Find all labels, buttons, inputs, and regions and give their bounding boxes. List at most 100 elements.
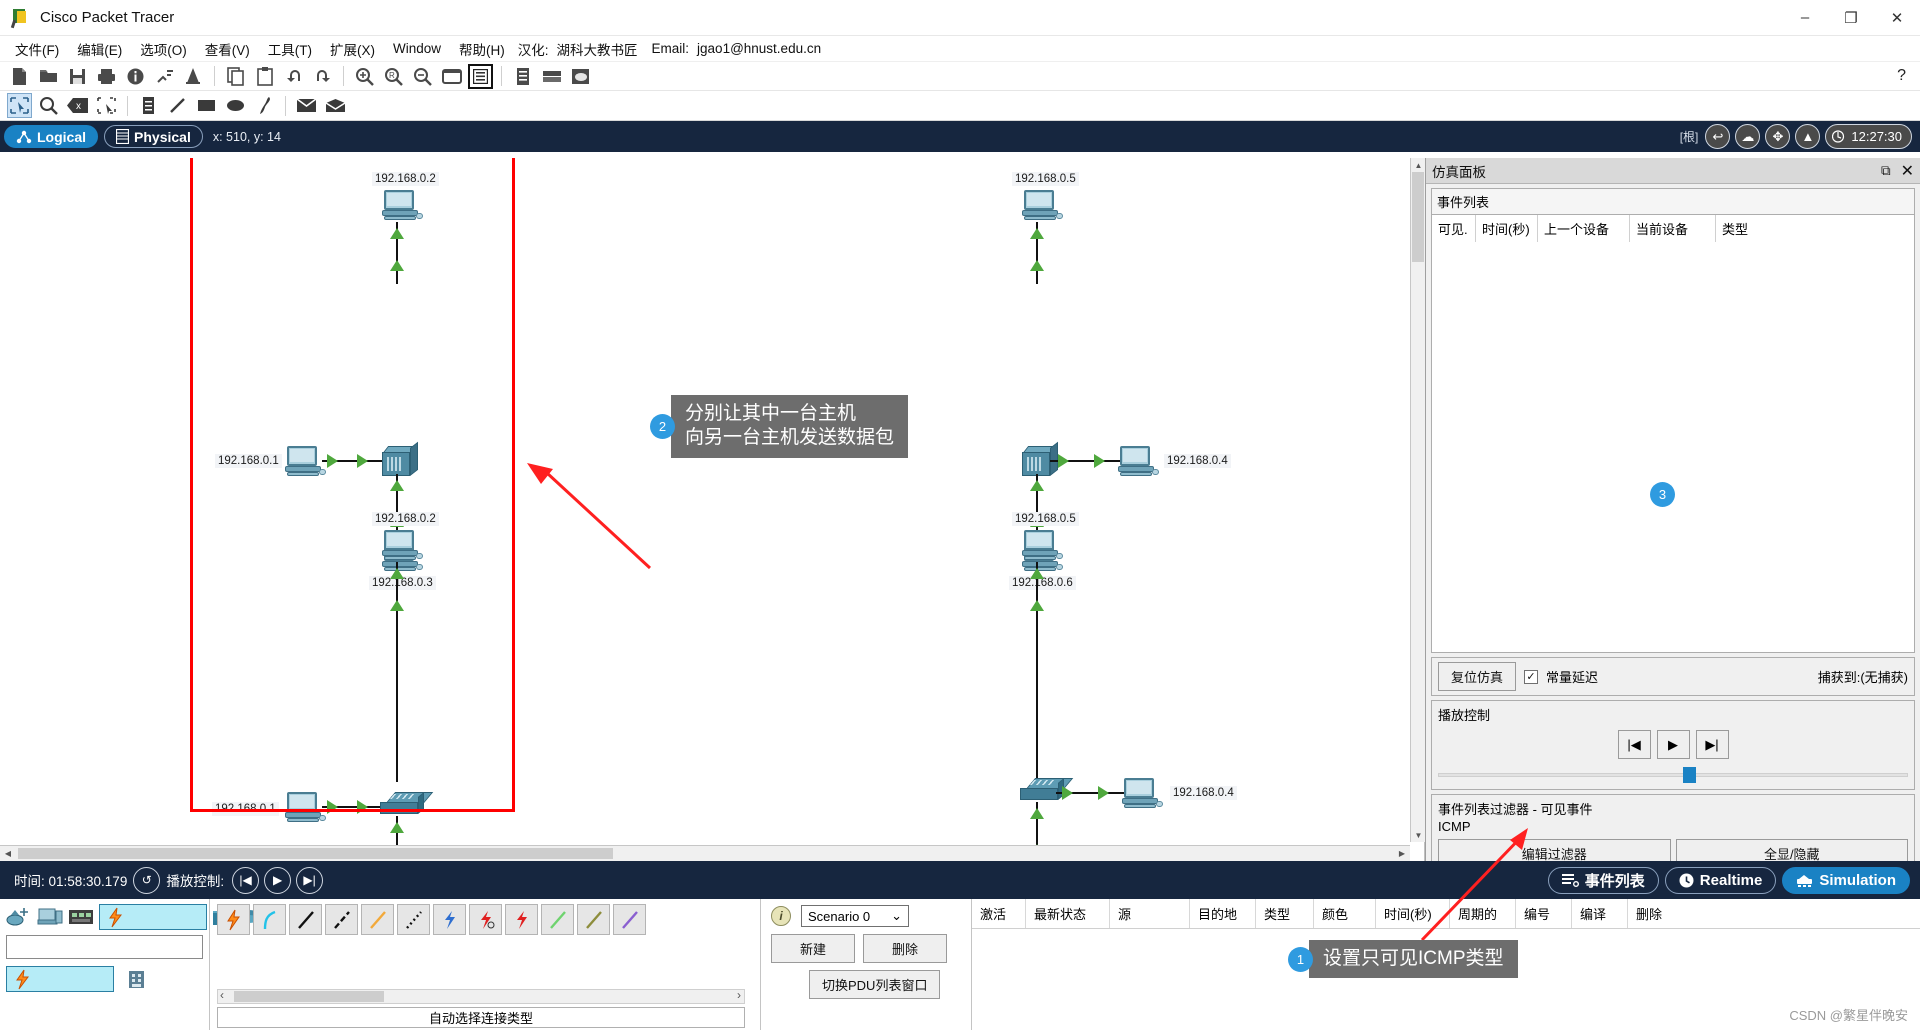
multiuser-icon[interactable] bbox=[181, 64, 206, 89]
scenario-select[interactable]: Scenario 0 ⌄ bbox=[801, 905, 909, 927]
menu-window[interactable]: Window bbox=[384, 39, 450, 58]
zoom-in-icon[interactable] bbox=[352, 64, 377, 89]
constant-delay-checkbox[interactable]: ✓ bbox=[1524, 669, 1539, 684]
custom-devices-icon[interactable] bbox=[468, 63, 493, 89]
close-button[interactable]: ✕ bbox=[1874, 0, 1920, 36]
resize-shape-icon[interactable] bbox=[94, 93, 119, 118]
help-icon[interactable]: ? bbox=[1897, 67, 1906, 85]
redo-icon[interactable] bbox=[310, 64, 335, 89]
pdu-column-type[interactable]: 类型 bbox=[1256, 899, 1314, 928]
new-file-icon[interactable] bbox=[7, 64, 32, 89]
copper-straight-through-icon[interactable] bbox=[289, 904, 322, 935]
draw-ellipse-icon[interactable] bbox=[223, 93, 248, 118]
activity-wizard-icon[interactable] bbox=[152, 64, 177, 89]
cloud-device-icon[interactable] bbox=[568, 64, 593, 89]
status-forward-button[interactable]: ▶| bbox=[296, 866, 324, 894]
copy-icon[interactable] bbox=[223, 64, 248, 89]
coaxial-cable-icon[interactable] bbox=[433, 904, 466, 935]
connection-scroll-thumb[interactable] bbox=[234, 991, 384, 1002]
connection-palette-scrollbar[interactable]: ‹ › bbox=[217, 988, 745, 1004]
back-cluster-icon[interactable]: ↩ bbox=[1705, 124, 1731, 149]
canvas-horizontal-scrollbar[interactable]: ◀ ▶ bbox=[0, 845, 1410, 861]
new-cluster-icon[interactable]: ☁ bbox=[1735, 124, 1761, 149]
playback-play-button[interactable]: ▶ bbox=[1656, 730, 1690, 759]
column-time[interactable]: 时间(秒) bbox=[1476, 215, 1538, 242]
draw-rect-icon[interactable] bbox=[194, 93, 219, 118]
menu-file[interactable]: 文件(F) bbox=[6, 37, 68, 61]
status-play-button[interactable]: ▶ bbox=[264, 866, 292, 894]
pdu-column-fire[interactable]: 激活 bbox=[972, 899, 1026, 928]
topology-canvas[interactable]: 192.168.0.2 192.168.0.1 192.168.0.3 192.… bbox=[0, 158, 1396, 861]
menu-edit[interactable]: 编辑(E) bbox=[68, 37, 131, 61]
open-folder-icon[interactable] bbox=[36, 64, 61, 89]
link-cable[interactable] bbox=[1036, 562, 1038, 782]
info-icon[interactable]: i bbox=[771, 906, 791, 926]
select-icon[interactable] bbox=[7, 93, 32, 118]
zoom-out-icon[interactable] bbox=[410, 64, 435, 89]
undo-icon[interactable] bbox=[281, 64, 306, 89]
device-search-input[interactable] bbox=[6, 935, 203, 959]
column-last-device[interactable]: 上一个设备 bbox=[1538, 215, 1630, 242]
hub-device[interactable] bbox=[1022, 441, 1058, 478]
pdu-column-destination[interactable]: 目的地 bbox=[1190, 899, 1256, 928]
usb-cable-icon[interactable] bbox=[613, 904, 646, 935]
phone-cable-icon[interactable] bbox=[397, 904, 430, 935]
simple-pdu-icon[interactable] bbox=[294, 93, 319, 118]
simulation-mode-button[interactable]: Simulation bbox=[1782, 866, 1910, 894]
slider-knob[interactable] bbox=[1683, 767, 1696, 783]
scroll-right-arrow[interactable]: ▶ bbox=[1394, 846, 1410, 861]
column-type[interactable]: 类型 bbox=[1716, 215, 1914, 242]
restore-panel-icon[interactable]: ⧉ bbox=[1881, 163, 1891, 179]
fiber-cable-icon[interactable] bbox=[361, 904, 394, 935]
pdu-column-edit[interactable]: 编译 bbox=[1572, 899, 1628, 928]
console-cable-icon[interactable] bbox=[253, 904, 286, 935]
draw-freeform-icon[interactable] bbox=[252, 93, 277, 118]
new-scenario-button[interactable]: 新建 bbox=[771, 934, 855, 963]
network-devices-icon[interactable] bbox=[6, 904, 33, 930]
move-object-icon[interactable]: ✥ bbox=[1765, 124, 1791, 149]
pdu-column-color[interactable]: 颜色 bbox=[1314, 899, 1376, 928]
device-list-icon[interactable] bbox=[539, 64, 564, 89]
scroll-left-arrow[interactable]: ◀ bbox=[0, 846, 16, 861]
menu-help[interactable]: 帮助(H) bbox=[450, 37, 514, 61]
automatic-connection-icon[interactable] bbox=[217, 904, 250, 935]
octal-cable-icon[interactable] bbox=[541, 904, 574, 935]
complex-pdu-icon[interactable] bbox=[323, 93, 348, 118]
connection-scroll-left-icon[interactable]: ‹ bbox=[220, 988, 224, 1002]
scroll-up-arrow[interactable]: ▲ bbox=[1411, 158, 1426, 172]
toggle-pdu-list-button[interactable]: 切换PDU列表窗口 bbox=[809, 970, 941, 999]
power-cycle-devices-icon[interactable]: ↺ bbox=[133, 866, 161, 894]
connections-subcategory-icon[interactable] bbox=[6, 966, 114, 992]
menu-extensions[interactable]: 扩展(X) bbox=[321, 37, 384, 61]
event-list-toggle[interactable]: 事件列表 bbox=[1547, 866, 1659, 894]
components-icon[interactable] bbox=[68, 904, 95, 930]
note-icon[interactable] bbox=[136, 93, 161, 118]
pc-device[interactable] bbox=[1118, 446, 1159, 478]
pc-device[interactable] bbox=[1022, 530, 1063, 562]
set-background-icon[interactable]: ▲ bbox=[1795, 124, 1821, 149]
inspect-icon[interactable] bbox=[36, 93, 61, 118]
physical-view-tab[interactable]: Physical bbox=[104, 125, 203, 148]
serial-dce-icon[interactable] bbox=[469, 904, 502, 935]
menu-tools[interactable]: 工具(T) bbox=[259, 37, 321, 61]
menu-options[interactable]: 选项(O) bbox=[131, 37, 196, 61]
all-connections-icon[interactable] bbox=[122, 966, 151, 992]
hscroll-thumb[interactable] bbox=[18, 848, 613, 859]
column-visible[interactable]: 可见. bbox=[1432, 215, 1476, 242]
draw-line-icon[interactable] bbox=[165, 93, 190, 118]
simulation-clock[interactable]: 12:27:30 bbox=[1825, 124, 1912, 149]
playback-forward-button[interactable]: ▶| bbox=[1695, 730, 1729, 759]
switch-device[interactable] bbox=[1020, 777, 1074, 804]
pc-device[interactable] bbox=[1022, 190, 1063, 222]
pdu-column-last-status[interactable]: 最新状态 bbox=[1026, 899, 1110, 928]
event-list-body[interactable] bbox=[1432, 242, 1914, 652]
save-icon[interactable] bbox=[65, 64, 90, 89]
info-icon[interactable] bbox=[123, 64, 148, 89]
print-icon[interactable] bbox=[94, 64, 119, 89]
pc-device[interactable] bbox=[1122, 778, 1163, 810]
menu-view[interactable]: 查看(V) bbox=[196, 37, 259, 61]
network-description-icon[interactable] bbox=[510, 64, 535, 89]
delete-scenario-button[interactable]: 删除 bbox=[863, 934, 947, 963]
canvas-vertical-scrollbar[interactable]: ▲ ▼ bbox=[1410, 158, 1426, 842]
maximize-button[interactable]: ❐ bbox=[1828, 0, 1874, 36]
